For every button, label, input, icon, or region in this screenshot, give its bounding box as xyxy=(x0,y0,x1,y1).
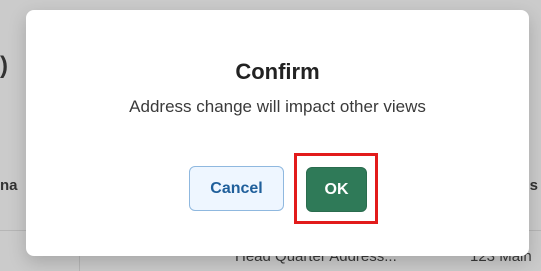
background-left-column-header: na xyxy=(0,177,18,194)
background-title-fragment: ) xyxy=(0,52,8,79)
confirm-dialog: Confirm Address change will impact other… xyxy=(26,10,529,256)
dialog-message: Address change will impact other views xyxy=(129,97,426,116)
ok-button[interactable]: OK xyxy=(306,167,367,212)
dialog-title: Confirm xyxy=(235,59,320,84)
cancel-button[interactable]: Cancel xyxy=(189,166,284,211)
background-right-column-header: s xyxy=(529,177,538,194)
